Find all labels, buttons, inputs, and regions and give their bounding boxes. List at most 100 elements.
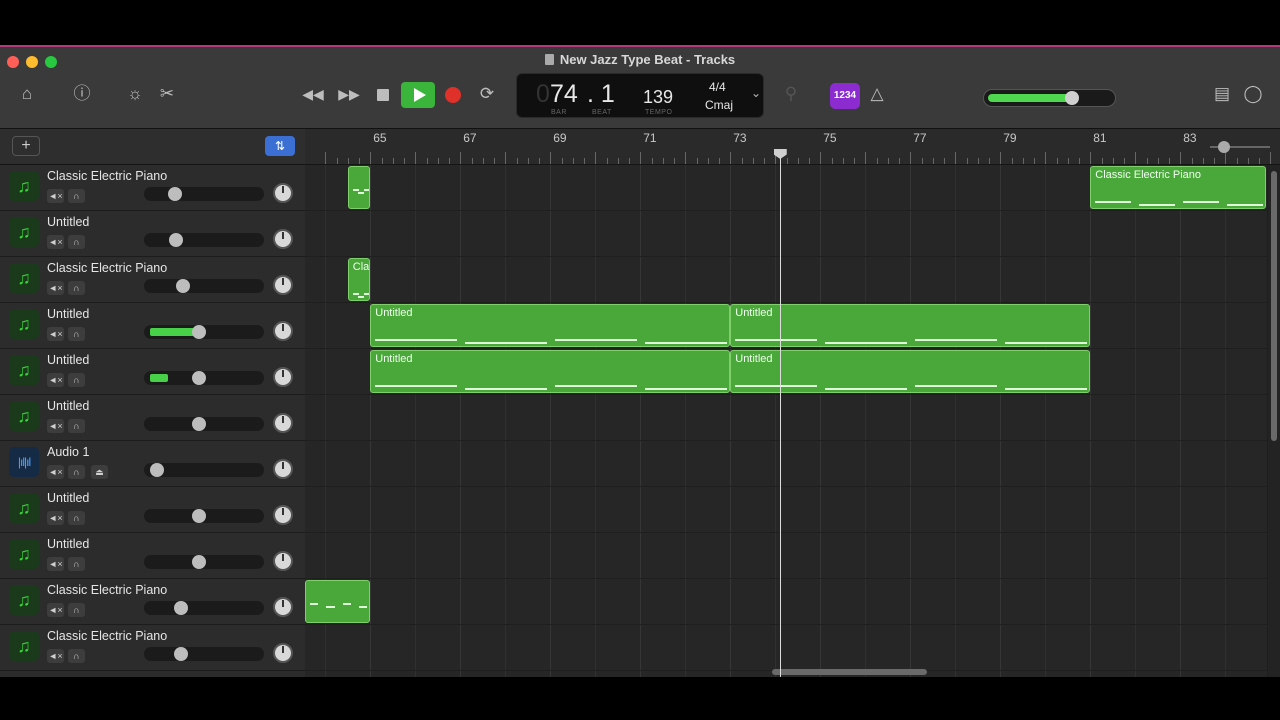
mute-icon[interactable]: ◄× [47,327,64,341]
mute-icon[interactable]: ◄× [47,189,64,203]
track-header[interactable]: ♫ Classic Electric Piano ◄× ∩ [0,257,305,303]
track-volume-slider[interactable] [144,463,264,477]
track-header[interactable]: ♫ Untitled ◄× ∩ [0,303,305,349]
mute-icon[interactable]: ◄× [47,557,64,571]
track-header[interactable]: ♫ Classic Electric Piano ◄× ∩ [0,579,305,625]
track-lane[interactable] [305,395,1267,441]
track-volume-slider[interactable] [144,371,264,385]
pan-knob[interactable] [273,229,293,249]
track-volume-slider[interactable] [144,279,264,293]
lcd-display[interactable]: 0 74 . 1 BAR BEAT 139 TEMPO 4/4 Cmaj ⌄ [516,73,764,118]
playhead-line[interactable] [779,155,781,677]
track-volume-knob[interactable] [192,371,206,385]
bar-ruler[interactable]: 65 67 69 71 73 75 77 79 81 83 [305,129,1280,165]
headphones-icon[interactable]: ∩ [68,235,85,249]
track-volume-slider[interactable] [144,233,264,247]
track-name[interactable]: Classic Electric Piano [47,629,167,643]
track-header[interactable]: ♫ Untitled ◄× ∩ [0,533,305,579]
stop-icon[interactable] [377,89,389,101]
zoom-knob[interactable] [1218,141,1230,153]
midi-region[interactable] [305,580,371,623]
track-name[interactable]: Audio 1 [47,445,89,459]
headphones-icon[interactable]: ∩ [68,419,85,433]
midi-region[interactable]: Untitled [730,350,1091,393]
track-name[interactable]: Untitled [47,399,89,413]
midi-region[interactable]: Untitled [370,304,731,347]
track-volume-knob[interactable] [192,325,206,339]
track-name[interactable]: Untitled [47,491,89,505]
rewind-icon[interactable]: ◀◀ [302,84,324,104]
mute-icon[interactable]: ◄× [47,419,64,433]
pan-knob[interactable] [273,505,293,525]
track-volume-slider[interactable] [144,325,264,339]
track-name[interactable]: Untitled [47,215,89,229]
track-lane[interactable] [305,441,1267,487]
track-volume-knob[interactable] [174,601,188,615]
headphones-icon[interactable]: ∩ [68,649,85,663]
track-lane[interactable] [305,211,1267,257]
track-volume-knob[interactable] [174,647,188,661]
track-volume-knob[interactable] [150,463,164,477]
mute-icon[interactable]: ◄× [47,373,64,387]
record-icon[interactable] [445,87,461,103]
mute-icon[interactable]: ◄× [47,603,64,617]
fast-forward-icon[interactable]: ▶▶ [338,84,360,104]
pan-knob[interactable] [273,183,293,203]
headphones-icon[interactable]: ∩ [68,373,85,387]
horizontal-scroll-thumb[interactable] [772,669,927,675]
play-icon[interactable] [401,82,435,108]
track-header[interactable]: ♫ Untitled ◄× ∩ [0,487,305,533]
track-volume-knob[interactable] [176,279,191,293]
headphones-icon[interactable]: ∩ [68,603,85,617]
notepad-icon[interactable]: ▤ [1211,84,1233,104]
headphones-icon[interactable]: ∩ [68,557,85,571]
pan-knob[interactable] [273,597,293,617]
midi-region[interactable]: Untitled [370,350,731,393]
track-volume-knob[interactable] [192,555,206,569]
vertical-scroll-thumb[interactable] [1271,171,1277,441]
track-volume-slider[interactable] [144,187,264,201]
track-volume-slider[interactable] [144,647,264,661]
pan-knob[interactable] [273,413,293,433]
metronome-icon[interactable]: △ [866,84,888,104]
track-header[interactable]: ♫ Untitled ◄× ∩ [0,211,305,257]
track-header[interactable]: ♫ Classic Electric Piano ◄× ∩ [0,165,305,211]
track-lane[interactable] [305,579,1267,625]
track-volume-knob[interactable] [192,509,206,523]
track-volume-knob[interactable] [169,233,184,247]
arrange-area[interactable]: Classic Electric Piano Classic Untitled Unt… [305,165,1267,677]
track-name[interactable]: Classic Electric Piano [47,583,167,597]
master-volume-knob[interactable] [1065,91,1079,105]
track-header[interactable]: ♫ Untitled ◄× ∩ [0,349,305,395]
mute-icon[interactable]: ◄× [47,235,64,249]
midi-region[interactable]: Classic Electric Piano [1090,166,1266,209]
help-icon[interactable]: ⓘ [71,84,93,104]
pan-knob[interactable] [273,321,293,341]
catch-playhead-button[interactable]: ⇅ [265,136,295,156]
headphones-icon[interactable]: ∩ [68,511,85,525]
headphones-icon[interactable]: ∩ [68,327,85,341]
headphones-icon[interactable]: ∩ [68,281,85,295]
scissors-icon[interactable]: ✂ [156,84,178,104]
cycle-icon[interactable]: ⟳ [476,84,498,104]
track-lane[interactable] [305,487,1267,533]
chevron-down-icon[interactable]: ⌄ [751,86,761,100]
horizontal-scrollbar[interactable] [305,665,1267,677]
pan-knob[interactable] [273,459,293,479]
midi-region[interactable] [347,166,371,209]
midi-region[interactable]: Classic [347,258,371,301]
mute-icon[interactable]: ◄× [47,511,64,525]
smart-controls-icon[interactable]: ☼ [124,84,146,104]
pan-knob[interactable] [273,643,293,663]
midi-region[interactable]: Untitled [730,304,1091,347]
track-lane[interactable] [305,257,1267,303]
track-name[interactable]: Untitled [47,353,89,367]
track-name[interactable]: Untitled [47,537,89,551]
track-lane[interactable] [305,533,1267,579]
add-track-button[interactable]: + [12,136,40,156]
vertical-scrollbar[interactable] [1268,165,1280,677]
master-volume-slider[interactable] [983,89,1116,107]
track-volume-slider[interactable] [144,509,264,523]
input-monitor-icon[interactable]: ⏏ [91,465,108,479]
track-volume-slider[interactable] [144,417,264,431]
